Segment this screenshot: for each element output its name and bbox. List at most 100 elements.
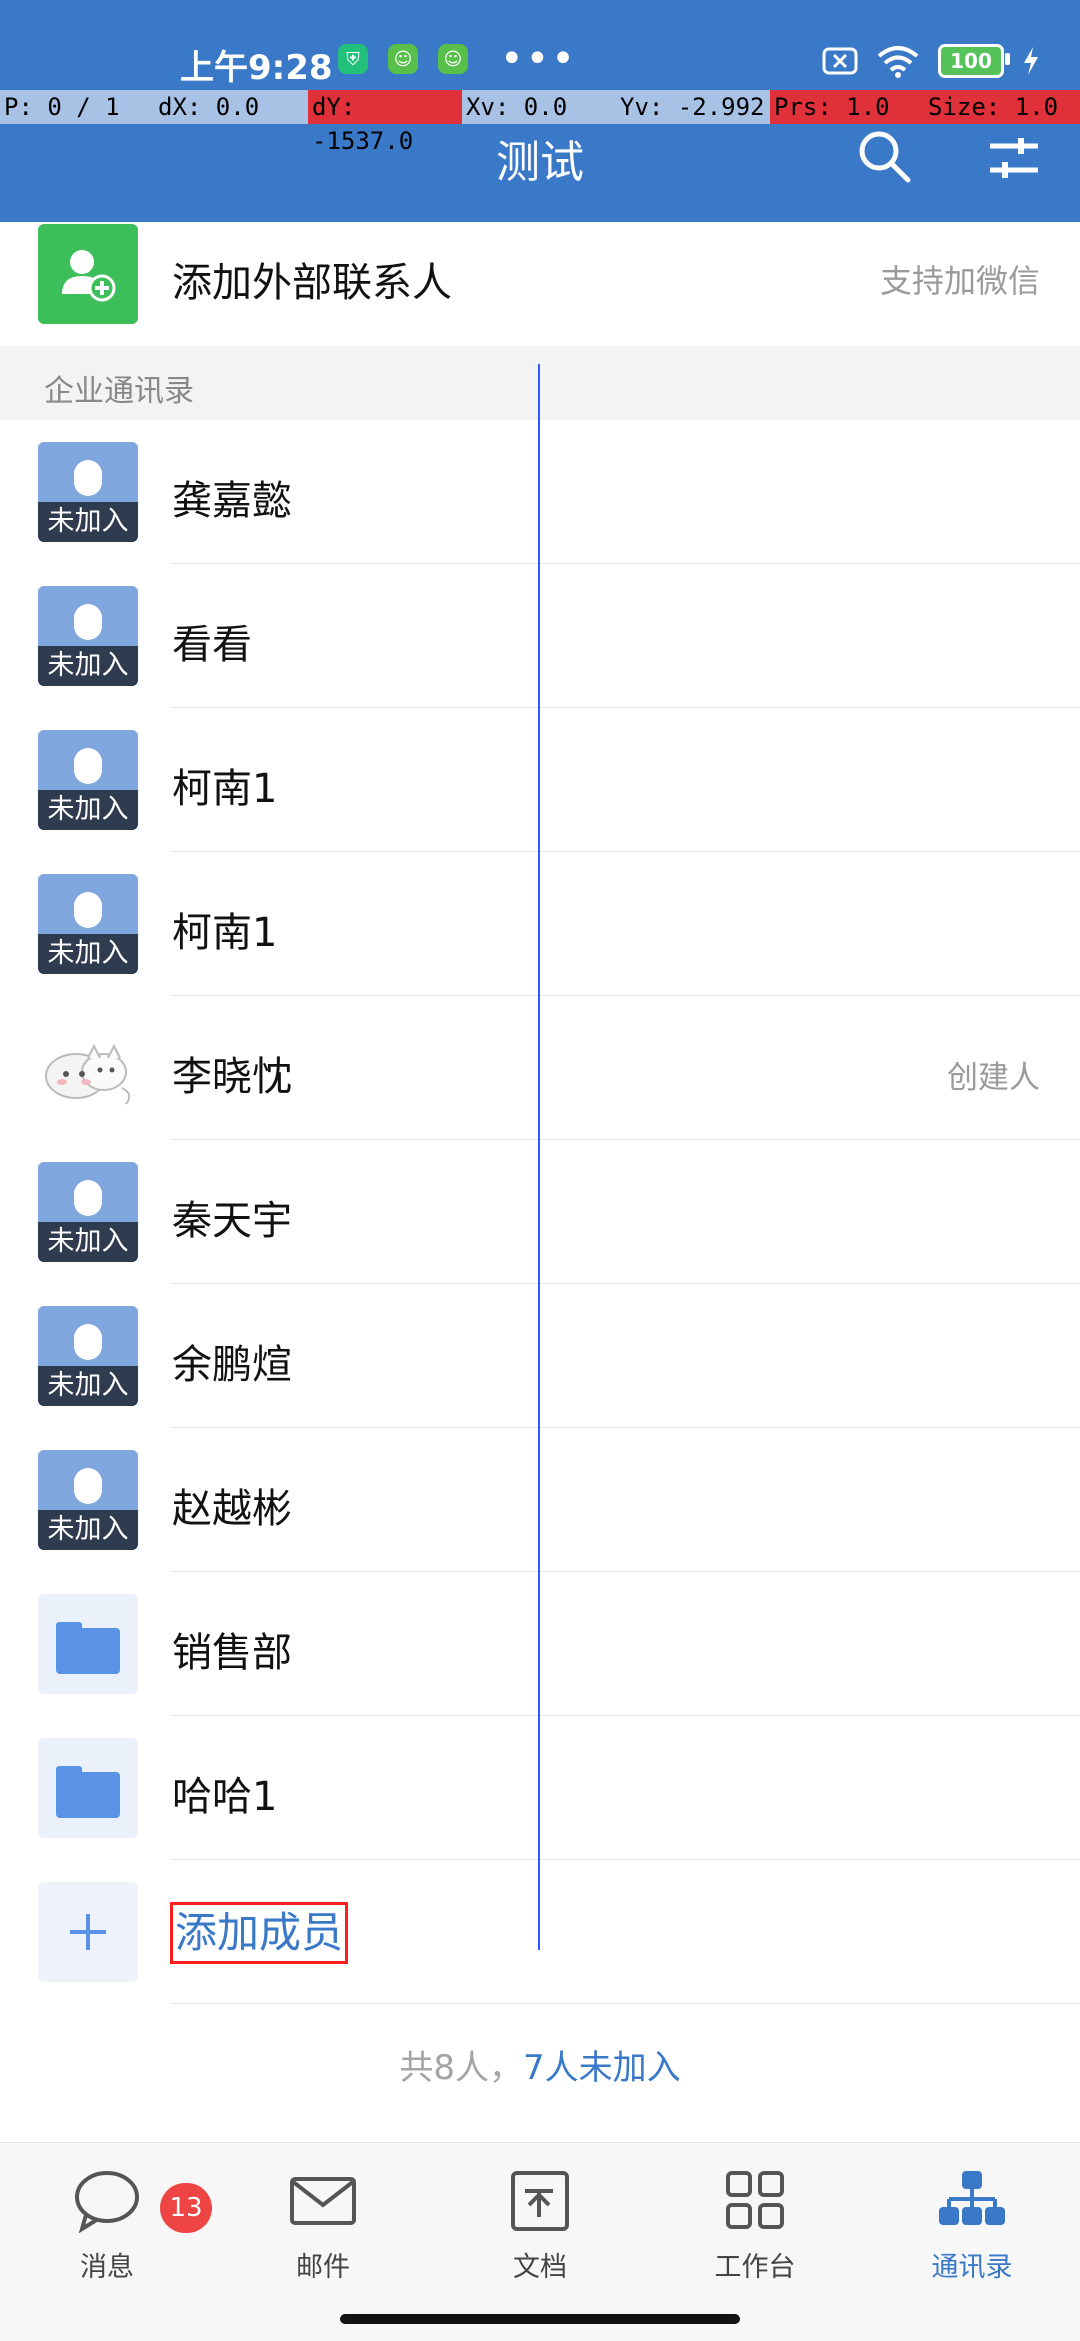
contact-row[interactable]: 未加入 赵越彬 (0, 1428, 1080, 1572)
not-joined-badge: 未加入 (38, 934, 138, 974)
folder-icon (38, 1594, 138, 1694)
contact-row[interactable]: 未加入 余鹏煊 (0, 1284, 1080, 1428)
contact-name: 看看 (172, 622, 252, 668)
contact-name: 龚嘉懿 (172, 478, 292, 524)
not-joined-badge: 未加入 (38, 646, 138, 686)
add-member-button[interactable]: 添加成员 (170, 1902, 349, 1964)
contact-list: 未加入 龚嘉懿 未加入 看看 未加入 柯南1 未加入 柯南1 李晓忱 创建人 未… (0, 420, 1080, 2004)
filter-settings-icon[interactable] (986, 130, 1042, 186)
section-header: 企业通讯录 (0, 346, 1080, 420)
tab-docs[interactable]: 文档 (465, 2169, 615, 2284)
wechat-support-hint: 支持加微信 (879, 262, 1040, 300)
tab-contacts-label: 通讯录 (931, 2252, 1013, 2283)
mail-icon (290, 2177, 356, 2225)
shield-app-icon: ⛨ (338, 44, 368, 74)
contact-name: 李晓忱 (172, 1054, 292, 1100)
contact-row[interactable]: 未加入 看看 (0, 564, 1080, 708)
tab-workbench-label: 工作台 (714, 2252, 796, 2283)
tab-mail[interactable]: 邮件 (248, 2169, 398, 2284)
battery-level: 100 (950, 49, 992, 73)
person-head-icon (74, 1324, 102, 1360)
department-row[interactable]: 销售部 (0, 1572, 1080, 1716)
member-summary: 共8人，7人未加入 (0, 2040, 1080, 2089)
org-chart-icon (939, 2171, 1005, 2225)
total-members-text: 共8人， (399, 2048, 523, 2088)
not-joined-badge: 未加入 (38, 1222, 138, 1262)
charging-icon (1024, 47, 1038, 75)
avatar (38, 1018, 138, 1118)
home-indicator[interactable] (340, 2314, 740, 2324)
contact-row[interactable]: 未加入 柯南1 (0, 852, 1080, 996)
person-head-icon (74, 1468, 102, 1504)
tab-messages-label: 消息 (80, 2252, 134, 2283)
avatar: 未加入 (38, 586, 138, 686)
contact-name: 赵越彬 (172, 1486, 292, 1532)
battery-icon: 100 (938, 44, 1010, 78)
person-head-icon (74, 460, 102, 496)
contact-row[interactable]: 未加入 龚嘉懿 (0, 420, 1080, 564)
status-time: 上午9:28 (180, 48, 333, 88)
tab-workbench[interactable]: 工作台 (680, 2169, 830, 2284)
add-contact-icon (38, 224, 138, 324)
more-notifications-icon: ••• (500, 36, 577, 82)
status-bar: 上午9:28 ⛨ ☺ ☺ ••• 100 (0, 0, 1080, 88)
debug-dx: dX: 0.0 (154, 90, 308, 124)
contact-name: 柯南1 (172, 766, 278, 812)
touch-trace-line (538, 364, 540, 1950)
tab-mail-label: 邮件 (296, 2252, 350, 2283)
debug-p: P: 0 / 1 (0, 90, 154, 124)
page-title: 测试 (496, 137, 584, 188)
contact-name: 秦天宇 (172, 1198, 292, 1244)
pointer-debug-bar: P: 0 / 1 dX: 0.0 dY: -1537.0 Xv: 0.0 Yv:… (0, 90, 1080, 155)
debug-xv: Xv: 0.0 (462, 90, 616, 124)
sim-off-icon (822, 47, 858, 75)
creator-role-label: 创建人 (947, 1060, 1040, 1096)
debug-dy: dY: -1537.0 (308, 90, 462, 155)
contact-name: 余鹏煊 (172, 1342, 292, 1388)
status-right: 100 (822, 44, 1040, 78)
search-icon[interactable] (856, 128, 912, 184)
contact-name: 柯南1 (172, 910, 278, 956)
add-member-row[interactable]: 添加成员 (0, 1860, 1080, 2004)
avatar: 未加入 (38, 1450, 138, 1550)
contact-row[interactable]: 李晓忱 创建人 (0, 996, 1080, 1140)
department-row[interactable]: 哈哈1 (0, 1716, 1080, 1860)
person-head-icon (74, 1180, 102, 1216)
debug-prs: Prs: 1.0 (770, 90, 924, 124)
tab-messages[interactable]: 消息 13 (32, 2169, 212, 2284)
cat-app-icon: ☺ (388, 44, 418, 74)
debug-yv: Yv: -2.992 (616, 90, 770, 124)
document-icon (511, 2171, 569, 2231)
debug-size: Size: 1.0 (924, 90, 1080, 124)
add-external-contact-label: 添加外部联系人 (172, 260, 452, 306)
divider (172, 2003, 1080, 2004)
not-joined-link[interactable]: 7人未加入 (523, 2048, 681, 2088)
tab-contacts[interactable]: 通讯录 (897, 2169, 1047, 2284)
contact-row[interactable]: 未加入 秦天宇 (0, 1140, 1080, 1284)
chat-bubble-icon (75, 2171, 139, 2234)
wifi-icon (877, 46, 919, 78)
avatar: 未加入 (38, 1162, 138, 1262)
cat-avatar-icon (45, 1043, 131, 1105)
section-title: 企业通讯录 (44, 374, 194, 409)
avatar: 未加入 (38, 442, 138, 542)
bottom-navigation: 消息 13 邮件 文档 工作台 通讯录 (0, 2142, 1080, 2341)
person-head-icon (74, 604, 102, 640)
not-joined-badge: 未加入 (38, 1510, 138, 1550)
unread-count-badge: 13 (160, 2183, 212, 2233)
avatar: 未加入 (38, 874, 138, 974)
not-joined-badge: 未加入 (38, 790, 138, 830)
person-head-icon (74, 892, 102, 928)
top-bar: 上午9:28 ⛨ ☺ ☺ ••• 100 P: 0 / 1 dX: 0.0 dY… (0, 0, 1080, 222)
contact-row[interactable]: 未加入 柯南1 (0, 708, 1080, 852)
cat-app-icon-2: ☺ (438, 44, 468, 74)
department-name: 销售部 (172, 1630, 292, 1676)
department-name: 哈哈1 (172, 1774, 278, 1820)
not-joined-badge: 未加入 (38, 1366, 138, 1406)
plus-icon (38, 1882, 138, 1982)
folder-icon (38, 1738, 138, 1838)
person-head-icon (74, 748, 102, 784)
grid-apps-icon (726, 2171, 784, 2229)
tab-docs-label: 文档 (513, 2252, 567, 2283)
add-external-contact-row[interactable]: 添加外部联系人 支持加微信 (0, 222, 1080, 346)
